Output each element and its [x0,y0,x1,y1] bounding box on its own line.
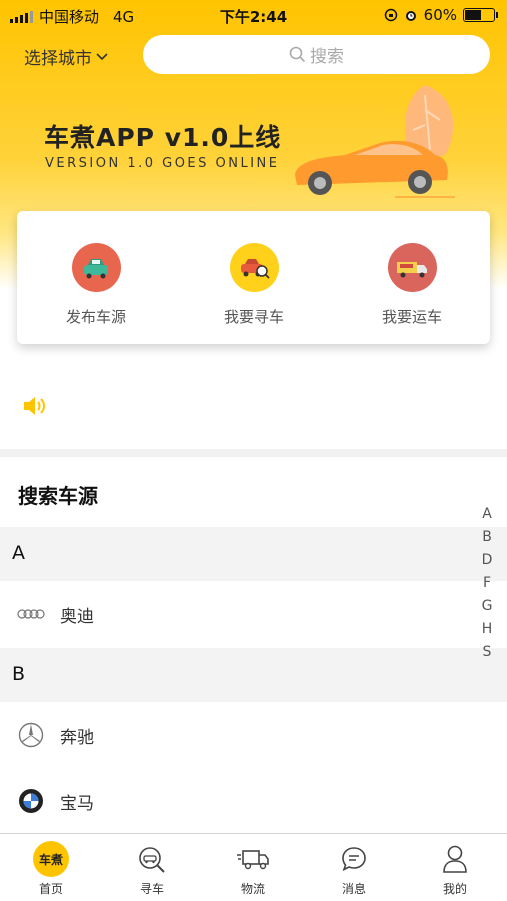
car-search-icon [139,847,165,873]
banner-title: 车煮APP v1.0上线 [44,123,282,152]
tab-profile-label: 我的 [442,882,467,896]
tab-logistics[interactable]: 物流 [213,842,293,897]
letter-header-b: B [0,648,507,702]
tab-messages-label: 消息 [341,882,366,896]
section-title: 搜索车源 [18,484,98,508]
index-letter-f[interactable]: F [478,572,496,595]
brand-name-audi: 奥迪 [60,607,94,627]
delivery-truck-icon [237,850,269,870]
quick-actions-card: 发布车源 我要寻车 我要运车 [17,211,490,344]
search-icon [289,46,306,63]
letter-header-b-label: B [12,663,26,685]
tab-home[interactable]: 车煮 首页 [11,841,91,897]
user-icon [443,845,467,873]
tab-logistics-label: 物流 [240,882,265,896]
mercedes-logo-icon [17,722,45,748]
alarm-clock-icon [405,11,416,21]
letter-header-a: A [0,527,507,581]
index-letter-b[interactable]: B [478,526,496,549]
truck-icon [387,243,437,292]
city-selector[interactable]: 选择城市 [24,44,108,69]
publish-car-source-button[interactable]: 发布车源 [36,243,156,327]
sports-car-illustration [295,85,455,198]
index-letter-a[interactable]: A [478,503,496,526]
ship-car-button[interactable]: 我要运车 [352,243,472,327]
home-logo-icon: 车煮 [33,841,69,877]
city-selector-label: 选择城市 [24,49,92,69]
tab-find-car-label: 寻车 [139,882,164,896]
chevron-down-icon [96,52,108,60]
tab-find-car[interactable]: 寻车 [112,842,192,897]
section-divider [0,449,507,457]
rotation-lock-icon [384,8,397,22]
banner-subtitle: VERSION 1.0 GOES ONLINE [45,156,280,171]
find-car-button[interactable]: 我要寻车 [194,243,314,327]
car-search-icon [229,243,279,292]
alphabet-index: A B D F G H S [478,503,496,664]
ship-car-label: 我要运车 [381,308,442,326]
speaker-icon [24,397,45,415]
letter-header-a-label: A [12,542,25,564]
tab-messages[interactable]: 消息 [314,842,394,897]
bmw-logo-icon [17,789,45,813]
tab-home-label: 首页 [38,882,63,896]
battery-icon [463,8,498,22]
find-car-label: 我要寻车 [223,308,284,326]
brand-row-audi[interactable]: 奥迪 [0,581,507,647]
status-bar: 中国移动 4G 下午2:44 60% [0,0,507,30]
index-letter-h[interactable]: H [478,618,496,641]
tab-profile[interactable]: 我的 [415,842,495,897]
index-letter-g[interactable]: G [478,595,496,618]
car-front-icon [71,243,121,292]
search-input[interactable]: 搜索 [143,35,490,74]
audi-logo-icon [17,602,45,626]
brand-row-mercedes[interactable]: 奔驰 [0,702,507,768]
brand-name-bmw: 宝马 [60,794,94,814]
brand-row-bmw[interactable]: 宝马 [0,768,507,834]
battery-percent: 60% [423,6,457,24]
publish-car-source-label: 发布车源 [65,308,126,326]
chat-bubble-icon [342,847,366,872]
index-letter-d[interactable]: D [478,549,496,572]
brand-name-mercedes: 奔驰 [60,728,94,748]
search-placeholder: 搜索 [310,47,344,67]
bottom-tab-bar: 车煮 首页 寻车 物流 消息 我的 [0,833,507,901]
index-letter-s[interactable]: S [478,641,496,664]
